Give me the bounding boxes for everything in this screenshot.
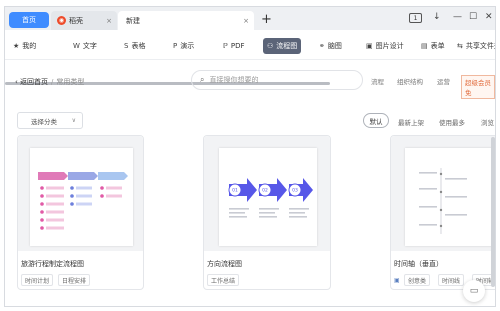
step-label: 02 (262, 188, 268, 194)
ribbon-item-shared-folder[interactable]: ⇆ 共享文件夹 (457, 38, 495, 54)
sort-newest[interactable]: 最新上架 (398, 117, 424, 127)
tab-daoke[interactable]: ◉ 稻壳 × (51, 11, 117, 30)
new-tab-button[interactable]: + (261, 12, 272, 27)
ribbon-item-mindmap[interactable]: ⚭ 脑图 (319, 38, 342, 54)
image-design-icon: ▣ (366, 42, 373, 50)
ribbon-toolbar: ★ 我的 W 文字 S 表格 P 演示 ℙ PDF ⚇ 流程图 ⚭ 脑图 ▣ 图 (5, 30, 495, 85)
ribbon-item-presentation[interactable]: P 演示 (173, 38, 194, 54)
spreadsheet-icon: S (124, 42, 129, 50)
ribbon-item-label: 演示 (180, 42, 195, 50)
ribbon-item-writer[interactable]: W 文字 (73, 38, 97, 54)
ribbon-item-flowchart[interactable]: ⚇ 流程图 (263, 38, 302, 54)
template-card[interactable]: 旅游行程制定流程图 时间计划 日程安排 (17, 135, 144, 290)
tab-new[interactable]: 新建 × (118, 11, 254, 30)
step-label: 01 (232, 188, 238, 194)
ribbon-item-label: 表格 (131, 42, 146, 50)
template-chip[interactable]: 创意类 (404, 274, 431, 286)
close-window-button[interactable]: ✕ (485, 12, 493, 22)
star-icon: ★ (13, 42, 20, 50)
category-select-label: 选择分类 (31, 117, 57, 126)
template-card[interactable]: 01 02 03 方向流程图 工作总结 (203, 135, 331, 290)
mindmap-icon: ⚭ (319, 42, 325, 50)
template-chip[interactable]: 时间线 (438, 274, 465, 286)
search-placeholder: 直接搜你想要的 (209, 76, 259, 84)
thumbnail-page: 01 02 03 (219, 148, 317, 246)
search-input[interactable]: ⌕ 直接搜你想要的 (191, 70, 363, 90)
close-icon[interactable]: × (106, 17, 112, 25)
app-window: 首页 ◉ 稻壳 × 新建 × + 1 ↓ — ☐ ✕ ★ 我的 W 文字 S 表… (4, 6, 496, 307)
chat-icon: ▭ (469, 286, 479, 296)
ribbon-item-label: 我的 (22, 42, 37, 50)
ribbon-item-label: 流程图 (276, 42, 298, 50)
ribbon-item-form[interactable]: ▤ 表单 (421, 38, 445, 54)
template-title: 时间轴（垂直） (394, 260, 443, 268)
ribbon-item-label: 脑图 (327, 42, 342, 50)
flowchart-icon: ⚇ (267, 42, 274, 50)
account-icon[interactable]: ↓ (433, 12, 441, 22)
content-scrollbar[interactable] (491, 137, 495, 287)
breadcrumb: ‹ 返回首页 / 常用类型 (15, 77, 84, 87)
step-label: 03 (292, 188, 298, 194)
template-chip[interactable]: 工作总结 (207, 274, 240, 286)
ribbon-item-label: 图片设计 (375, 42, 404, 50)
ribbon-item-label: 文字 (82, 42, 97, 50)
ribbon-item-mine[interactable]: ★ 我的 (13, 38, 36, 54)
sort-most-used[interactable]: 使用最多 (439, 117, 465, 127)
template-chip[interactable]: 日程安排 (58, 274, 91, 286)
sort-default-label: 默认 (369, 117, 383, 126)
breadcrumb-current: 常用类型 (56, 78, 85, 86)
hot-tag[interactable]: 运营 (437, 76, 450, 86)
template-thumbnail (18, 136, 143, 251)
tab-daoke-label: 稻壳 (69, 16, 83, 25)
template-card[interactable]: 时间轴（垂直） ▣ 创意类 时间线 时间轴 (390, 135, 495, 290)
writer-icon: W (73, 42, 80, 50)
sort-default-button[interactable]: 默认 (363, 113, 389, 128)
shared-folder-icon: ⇆ (457, 42, 463, 50)
category-select[interactable]: 选择分类 ∨ (17, 112, 83, 129)
ribbon-item-spreadsheet[interactable]: S 表格 (124, 38, 145, 54)
direction-flowchart-preview: 01 02 03 (228, 178, 313, 218)
template-title: 旅游行程制定流程图 (21, 260, 84, 268)
thumbnail-page (30, 148, 133, 246)
form-icon: ▤ (421, 42, 428, 50)
template-thumbnail (391, 136, 495, 251)
tab-new-label: 新建 (126, 16, 140, 25)
sort-views[interactable]: 浏览 (481, 117, 494, 127)
hot-tag[interactable]: 流程 (371, 76, 384, 86)
template-title: 方向流程图 (207, 260, 242, 268)
minimize-button[interactable]: — (453, 12, 462, 22)
template-thumbnail: 01 02 03 (204, 136, 330, 251)
tab-bar: 首页 ◉ 稻壳 × 新建 × + 1 ↓ — ☐ ✕ (5, 7, 495, 30)
search-icon: ⌕ (200, 75, 205, 84)
maximize-button[interactable]: ☐ (469, 12, 477, 22)
travel-flowchart-preview (38, 172, 128, 230)
workspace-badge[interactable]: 1 (409, 13, 422, 23)
chevron-down-icon: ∨ (71, 117, 76, 124)
template-chip[interactable]: 时间计划 (21, 274, 54, 286)
thumbnail-page (405, 148, 495, 246)
feedback-chat-button[interactable]: ▭ (463, 280, 485, 302)
ribbon-item-label: 表单 (430, 42, 445, 50)
ribbon-item-pdf[interactable]: ℙ PDF (223, 38, 245, 54)
back-home-link[interactable]: 返回首页 (20, 78, 48, 86)
ribbon-item-label: 共享文件夹 (465, 42, 495, 50)
vip-free-tag[interactable]: 超级会员免 (461, 75, 495, 99)
presentation-icon: P (173, 42, 178, 50)
template-type-icon: ▣ (394, 274, 400, 286)
ribbon-item-label: PDF (230, 42, 245, 50)
close-icon[interactable]: × (243, 17, 249, 25)
tab-home[interactable]: 首页 (9, 12, 49, 28)
pdf-icon: ℙ (223, 42, 228, 50)
hot-tag[interactable]: 组织结构 (397, 76, 423, 86)
ribbon-item-image-design[interactable]: ▣ 图片设计 (366, 38, 404, 54)
daoke-logo-icon: ◉ (57, 16, 66, 25)
breadcrumb-separator: / (51, 78, 54, 86)
tab-home-label: 首页 (22, 16, 36, 24)
vertical-timeline-preview (419, 168, 467, 234)
